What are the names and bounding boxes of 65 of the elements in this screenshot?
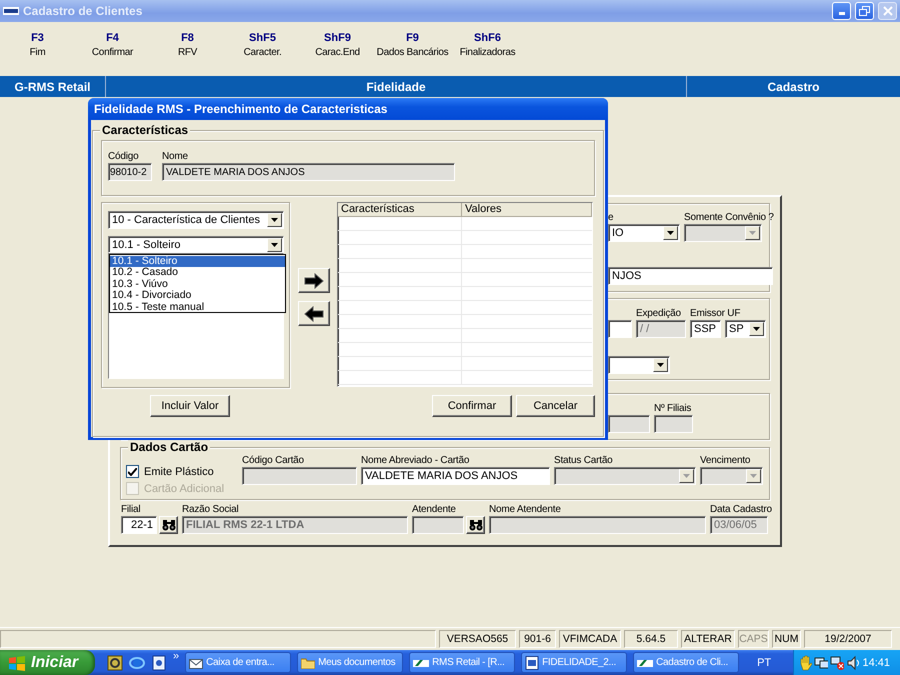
group-title: Dados Cartão (128, 440, 210, 454)
field-label: Atendente (412, 504, 456, 515)
toolbar-button[interactable]: ShF5 Caracter. (225, 32, 300, 58)
field-label: Somente Convênio ? (684, 212, 774, 223)
field-label: Nº Filiais (654, 403, 692, 414)
field-label: e (608, 212, 614, 223)
dialog-button[interactable]: Incluir Valor (150, 395, 230, 417)
checkbox[interactable]: Emite Plástico (126, 463, 242, 480)
dropdown-option[interactable]: 10.2 - Casado (110, 267, 285, 279)
field-label: Emissor UF (690, 308, 740, 319)
text-field[interactable]: VALDETE MARIA DOS ANJOS (361, 467, 550, 485)
clock: 14:41 (862, 656, 890, 668)
text-field[interactable]: 98010-2 (108, 163, 152, 181)
text-field[interactable]: VALDETE MARIA DOS ANJOS (162, 163, 455, 181)
dropdown-option[interactable]: 10.3 - Viúvo (110, 278, 285, 290)
field-label: Expedição (636, 308, 681, 319)
section-title: G-RMS Retail (14, 80, 90, 94)
status-cell: VERSAO565 (439, 630, 516, 648)
dropdown-option[interactable]: 10.4 - Divorciado (110, 290, 285, 302)
toolbar-button[interactable]: F4 Confirmar (75, 32, 150, 58)
text-field[interactable]: 22-1 (121, 516, 157, 534)
dropdown[interactable]: 10 - Característica de Clientes (108, 211, 284, 229)
status-cell: NUM (772, 630, 801, 648)
field-label: Data Cadastro (710, 504, 772, 515)
dropdown[interactable]: SP (725, 320, 766, 338)
field-label: Filial (121, 504, 140, 515)
toolbar-button[interactable]: ShF9 Carac.End (300, 32, 375, 58)
section-title: Cadastro (767, 80, 820, 94)
status-cell: 19/2/2007 (804, 630, 892, 648)
field-label: Nome Abreviado - Cartão (361, 455, 470, 466)
field-label: Vencimento (700, 455, 750, 466)
status-cell: 901-6 (519, 630, 556, 648)
column-header[interactable]: Características (338, 203, 462, 216)
dialog-button[interactable]: Confirmar (432, 395, 512, 417)
column-header[interactable]: Valores (462, 203, 592, 216)
toolbar-button[interactable]: F3 Fim (0, 32, 75, 58)
start-button[interactable]: Iniciar (0, 650, 95, 675)
section-title: Fidelidade (366, 80, 426, 94)
more-button[interactable]: » (173, 650, 180, 662)
field-label: Nome Atendente (489, 504, 561, 515)
list-box[interactable]: 10.1 - Solteiro 10.2 - Casado 10.3 - Viúvo 10.4 - Divorciado 10.5 - Teste manual (108, 253, 284, 379)
field-label: Status Cartão (554, 455, 613, 466)
dialog-title: Fidelidade RMS - Preenchimento de Caracteristicas (94, 102, 388, 116)
field-label: Nome (162, 151, 188, 162)
field-label: Código (108, 151, 138, 162)
dialog-button[interactable]: Cancelar (516, 395, 595, 417)
status-cell: VFIMCADA (559, 630, 621, 648)
text-field[interactable]: SSP (690, 320, 721, 338)
status-cell: ALTERAR (681, 630, 735, 648)
dropdown-list[interactable]: 10.1 - Solteiro 10.2 - Casado 10.3 - Viúvo 10.4 - Divorciado 10.5 - Teste manual (109, 254, 286, 313)
toolbar-button[interactable]: F9 Dados Bancários (375, 32, 450, 58)
field-label: Razão Social (182, 504, 239, 515)
dropdown-option[interactable]: 10.5 - Teste manual (110, 302, 285, 313)
toolbar-button[interactable]: F8 RFV (150, 32, 225, 58)
dropdown[interactable]: 10.1 - Solteiro (108, 236, 284, 253)
dropdown-option[interactable]: 10.1 - Solteiro (110, 256, 285, 268)
language-indicator[interactable]: PT (747, 656, 782, 668)
toolbar-button[interactable]: ShF6 Finalizadoras (450, 32, 525, 58)
window-title: Cadastro de Clientes (23, 4, 144, 18)
dropdown[interactable]: IO (608, 224, 680, 242)
group-title: Características (100, 123, 190, 137)
status-cell: 5.64.5 (624, 630, 678, 648)
status-cell: CAPS (738, 630, 769, 648)
field-label: Código Cartão (242, 455, 304, 466)
text-field[interactable]: NJOS (608, 267, 773, 285)
